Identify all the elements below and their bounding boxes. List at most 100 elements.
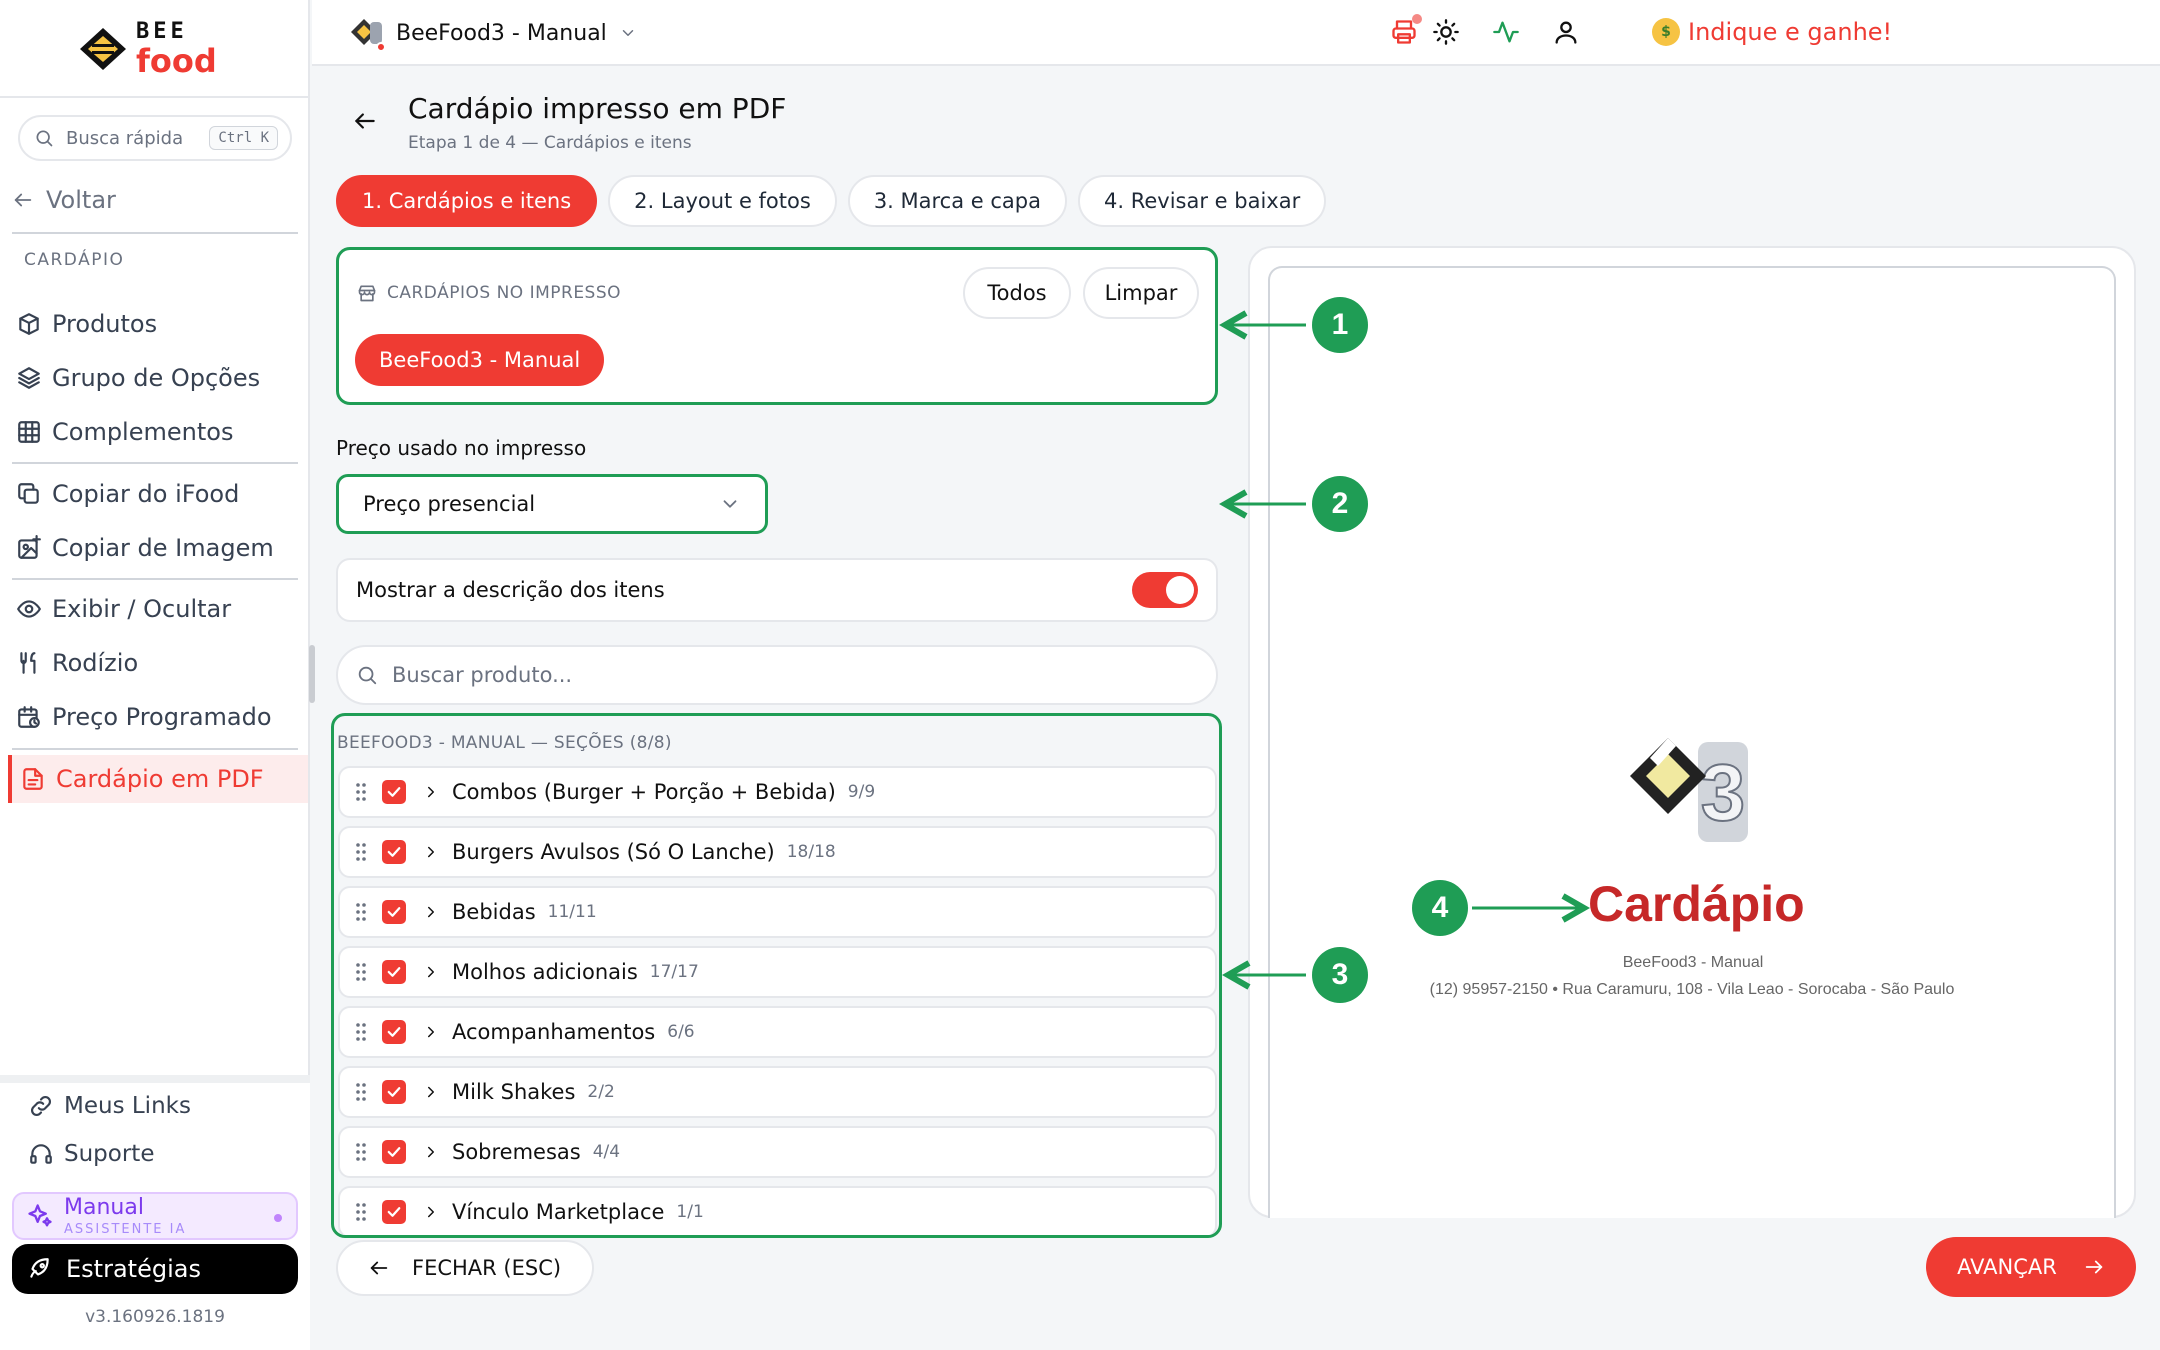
section-name: Combos (Burger + Porção + Bebida) [452, 780, 836, 804]
section-checkbox[interactable] [382, 900, 406, 924]
sidebar-item-exibir-ocultar[interactable]: Exibir / Ocultar [8, 585, 308, 633]
beefood-logo[interactable]: BEE food [78, 18, 248, 80]
sidebar-item-copiar-imagem[interactable]: Copiar de Imagem [8, 524, 308, 572]
referral-link[interactable]: $ Indique e ganhe! [1652, 18, 1892, 46]
drag-handle-icon[interactable] [354, 1081, 368, 1103]
eye-icon [17, 600, 41, 618]
arrow-left-icon[interactable] [352, 108, 378, 134]
sidebar-item-grupo-opcoes[interactable]: Grupo de Opções [8, 354, 308, 402]
sidebar-scrollbar[interactable] [309, 645, 315, 703]
sidebar-item-cardapio-pdf[interactable]: Cardápio em PDF [8, 755, 308, 803]
product-search-input[interactable]: Buscar produto... [336, 645, 1218, 705]
logo-text-bee: BEE [136, 19, 188, 44]
toggle-knob [1166, 576, 1194, 604]
menus-card-title: CARDÁPIOS NO IMPRESSO [357, 283, 621, 303]
utensils-icon [20, 652, 36, 674]
activity-icon[interactable] [1492, 18, 1520, 46]
close-button-label: FECHAR (ESC) [412, 1256, 562, 1280]
select-all-button[interactable]: Todos [963, 267, 1071, 319]
step-tabs: 1. Cardápios e itens 2. Layout e fotos 3… [336, 175, 1327, 227]
annotation-badge-4: 4 [1412, 880, 1468, 936]
price-label: Preço usado no impresso [336, 436, 587, 460]
drag-handle-icon[interactable] [354, 1141, 368, 1163]
chevron-right-icon[interactable] [422, 783, 440, 801]
chevron-right-icon[interactable] [422, 1203, 440, 1221]
section-checkbox[interactable] [382, 1080, 406, 1104]
strategies-button[interactable]: Estratégias [12, 1244, 298, 1294]
chevron-right-icon[interactable] [422, 963, 440, 981]
chevron-right-icon[interactable] [422, 1143, 440, 1161]
section-row[interactable]: Acompanhamentos 6/6 [338, 1006, 1217, 1058]
section-count: 6/6 [667, 1022, 695, 1042]
section-count: 18/18 [786, 842, 836, 862]
show-description-toggle[interactable] [1132, 572, 1198, 608]
image-plus-icon [18, 535, 41, 559]
section-checkbox[interactable] [382, 840, 406, 864]
back-link[interactable]: Voltar [12, 186, 116, 214]
chevron-right-icon[interactable] [422, 1023, 440, 1041]
sidebar-item-label: Preço Programado [52, 703, 272, 731]
section-checkbox[interactable] [382, 960, 406, 984]
chevron-down-icon [723, 500, 737, 508]
drag-handle-icon[interactable] [354, 841, 368, 863]
sidebar-item-complementos[interactable]: Complementos [8, 408, 308, 456]
sidebar-item-label: Copiar do iFood [52, 480, 240, 508]
tab-revisar-baixar[interactable]: 4. Revisar e baixar [1077, 175, 1327, 227]
drag-handle-icon[interactable] [354, 961, 368, 983]
chevron-right-icon[interactable] [422, 903, 440, 921]
chevron-right-icon[interactable] [422, 1083, 440, 1101]
quick-search[interactable]: Busca rápida Ctrl K [18, 115, 292, 161]
file-text-icon [23, 768, 43, 790]
tab-layout-fotos[interactable]: 2. Layout e fotos [608, 175, 837, 227]
strategies-label: Estratégias [66, 1255, 201, 1283]
tab-cardapios-itens[interactable]: 1. Cardápios e itens [336, 175, 598, 227]
section-row[interactable]: Vínculo Marketplace 1/1 [338, 1186, 1217, 1235]
section-row[interactable]: Sobremesas 4/4 [338, 1126, 1217, 1178]
section-row[interactable]: Milk Shakes 2/2 [338, 1066, 1217, 1118]
section-name: Bebidas [452, 900, 536, 924]
sidebar-item-label: Complementos [52, 418, 234, 446]
show-description-row: Mostrar a descrição dos itens [336, 558, 1218, 622]
notification-dot [376, 42, 386, 52]
sidebar-item-meus-links[interactable]: Meus Links [20, 1082, 300, 1130]
calendar-clock-icon [18, 706, 40, 728]
ai-assistant-sub: ASSISTENTE IA [64, 1221, 187, 1237]
section-checkbox[interactable] [382, 1140, 406, 1164]
sidebar-item-rodizio[interactable]: Rodízio [8, 639, 308, 687]
section-checkbox[interactable] [382, 780, 406, 804]
drag-handle-icon[interactable] [354, 781, 368, 803]
sidebar-item-preco-programado[interactable]: Preço Programado [8, 693, 308, 741]
sidebar-item-label: Suporte [64, 1141, 155, 1167]
store-selector[interactable]: BeeFood3 - Manual [350, 16, 637, 52]
chevron-right-icon[interactable] [422, 843, 440, 861]
user-icon[interactable] [1552, 18, 1580, 46]
section-row[interactable]: Burgers Avulsos (Só O Lanche) 18/18 [338, 826, 1217, 878]
selected-menu-chip[interactable]: BeeFood3 - Manual [355, 334, 605, 386]
next-button[interactable]: AVANÇAR [1926, 1237, 2136, 1297]
ai-assistant-card[interactable]: Manual ASSISTENTE IA [12, 1192, 298, 1240]
drag-handle-icon[interactable] [354, 1021, 368, 1043]
section-checkbox[interactable] [382, 1200, 406, 1224]
tab-marca-capa[interactable]: 3. Marca e capa [847, 175, 1067, 227]
section-row[interactable]: Combos (Burger + Porção + Bebida) 9/9 [338, 766, 1217, 818]
sidebar-item-suporte[interactable]: Suporte [20, 1130, 300, 1178]
sun-icon[interactable] [1432, 18, 1460, 46]
section-name: Burgers Avulsos (Só O Lanche) [452, 840, 775, 864]
close-button[interactable]: FECHAR (ESC) [336, 1240, 594, 1296]
drag-handle-icon[interactable] [354, 1201, 368, 1223]
sidebar-item-produtos[interactable]: Produtos [8, 300, 308, 348]
sidebar-item-copiar-ifood[interactable]: Copiar do iFood [8, 470, 308, 518]
product-search-placeholder: Buscar produto... [392, 663, 573, 687]
section-checkbox[interactable] [382, 1020, 406, 1044]
copy-cloud-icon [18, 483, 39, 504]
quick-search-placeholder: Busca rápida [66, 127, 184, 149]
section-row[interactable]: Bebidas 11/11 [338, 886, 1217, 938]
drag-handle-icon[interactable] [354, 901, 368, 923]
preview-store-logo: 3 [1630, 738, 1748, 842]
preview-store-name: BeeFood3 - Manual [1622, 954, 1764, 971]
check-icon [387, 1207, 401, 1217]
sidebar-item-label: Meus Links [64, 1093, 191, 1119]
section-row[interactable]: Molhos adicionais 17/17 [338, 946, 1217, 998]
clear-button[interactable]: Limpar [1083, 267, 1199, 319]
price-select[interactable]: Preço presencial [336, 474, 768, 534]
